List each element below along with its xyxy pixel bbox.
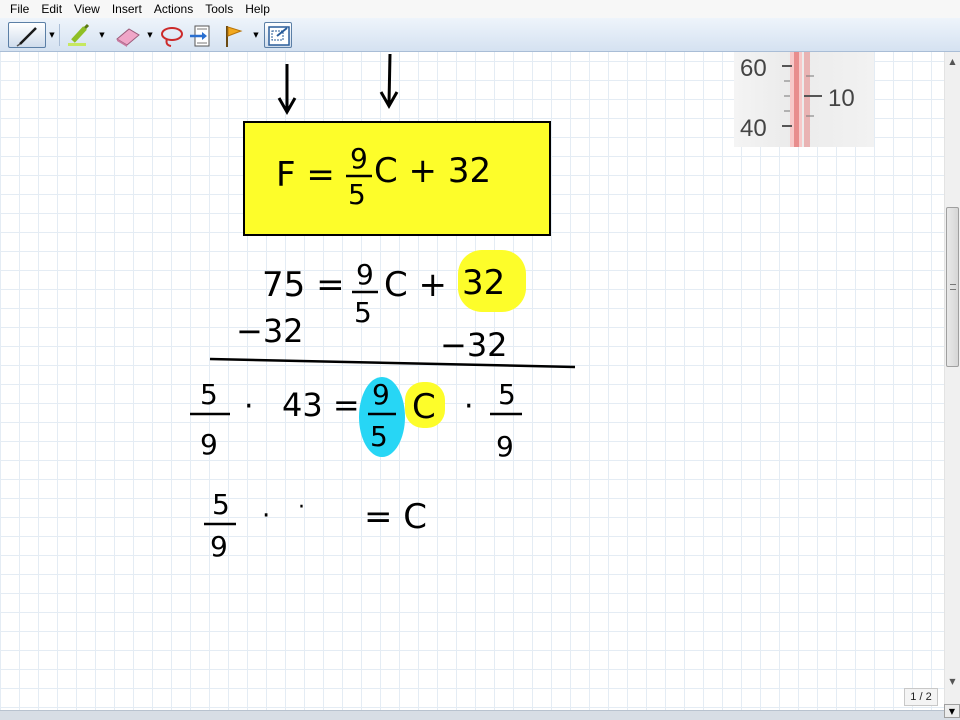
menu-tools[interactable]: Tools xyxy=(199,0,239,18)
step3-frac2-den: 9 xyxy=(496,430,514,463)
step1-mid: C + xyxy=(384,265,447,305)
pen-tool-button[interactable] xyxy=(8,22,46,48)
scrollbar-thumb[interactable] xyxy=(946,207,959,367)
grip-icon xyxy=(950,284,956,290)
pen-icon xyxy=(16,27,37,47)
flag-tool-button[interactable] xyxy=(218,22,248,48)
toolbar: ▼ ▼ ▼ ▼ xyxy=(0,18,960,52)
highlighter-dropdown[interactable]: ▼ xyxy=(96,22,108,48)
scroll-up-arrow-icon[interactable]: ▲ xyxy=(945,54,960,68)
step4-frac-den: 9 xyxy=(210,530,228,563)
step3-c: C xyxy=(412,387,436,427)
scroll-down-arrow-icon[interactable]: ▼ xyxy=(945,674,960,688)
vertical-scrollbar[interactable]: ▲ ▼ xyxy=(944,52,960,710)
step4-dot: · xyxy=(262,501,270,531)
step1-frac-den: 5 xyxy=(354,296,372,329)
down-arrow-icon xyxy=(277,64,297,116)
menu-bar: File Edit View Insert Actions Tools Help xyxy=(0,0,960,18)
eraser-dropdown[interactable]: ▼ xyxy=(144,22,156,48)
step3-value: 43 = xyxy=(282,386,360,424)
formula-lhs: F = xyxy=(276,155,335,195)
formula-rhs: C + 32 xyxy=(374,151,491,191)
eraser-tool-button[interactable] xyxy=(110,22,144,48)
toolbar-separator xyxy=(59,24,60,46)
highlighter-icon xyxy=(68,23,90,46)
screenshot-tool-button[interactable] xyxy=(264,22,292,48)
step4-eq: = C xyxy=(364,497,427,537)
insert-space-button[interactable] xyxy=(186,22,214,48)
step1-frac-num: 9 xyxy=(356,258,374,291)
down-arrow-icon xyxy=(379,53,399,110)
step1-32: 32 xyxy=(462,263,505,303)
menu-help[interactable]: Help xyxy=(239,0,276,18)
step2-left: −32 xyxy=(236,312,304,350)
flag-dropdown[interactable]: ▼ xyxy=(250,22,262,48)
menu-file[interactable]: File xyxy=(4,0,35,18)
menu-edit[interactable]: Edit xyxy=(35,0,68,18)
menu-view[interactable]: View xyxy=(68,0,106,18)
step4-dot2: · xyxy=(298,495,305,520)
double-chevron-down-icon: ▼ xyxy=(948,706,956,716)
menu-actions[interactable]: Actions xyxy=(148,0,199,18)
pen-dropdown[interactable]: ▼ xyxy=(46,22,58,48)
flag-icon xyxy=(226,26,243,47)
lasso-tool-button[interactable] xyxy=(156,22,186,48)
subtraction-line xyxy=(209,357,576,369)
step3-frac-num: 5 xyxy=(200,378,218,411)
step4-frac-num: 5 xyxy=(212,488,230,521)
menu-insert[interactable]: Insert xyxy=(106,0,148,18)
step1-lhs: 75 = xyxy=(262,265,345,305)
eraser-icon xyxy=(116,28,140,47)
screenshot-icon xyxy=(268,26,290,46)
note-canvas[interactable]: 60 40 10 F = 9 5 C + 32 75 = 9 5 C + 32 … xyxy=(0,52,944,710)
formula-frac-num: 9 xyxy=(350,142,368,175)
highlighter-tool-button[interactable] xyxy=(62,22,96,48)
step3-frac-den: 9 xyxy=(200,428,218,461)
next-page-button[interactable]: ▼ xyxy=(944,704,960,718)
handwritten-math: F = 9 5 C + 32 75 = 9 5 C + 32 −32 −32 5… xyxy=(190,53,576,563)
page-indicator: 1 / 2 xyxy=(904,688,938,706)
step3-frac-den2: 5 xyxy=(370,420,388,453)
insert-space-icon xyxy=(190,25,210,47)
formula-frac-den: 5 xyxy=(348,178,366,211)
step3-frac2-num: 5 xyxy=(498,378,516,411)
whiteboard-app: File Edit View Insert Actions Tools Help… xyxy=(0,0,960,720)
step3-dot: · xyxy=(244,389,254,424)
lasso-icon xyxy=(161,27,183,47)
step3-frac-num2: 9 xyxy=(372,378,390,411)
step3-dot2: · xyxy=(464,389,474,424)
bottom-strip xyxy=(0,710,960,720)
step2-right: −32 xyxy=(440,326,508,364)
